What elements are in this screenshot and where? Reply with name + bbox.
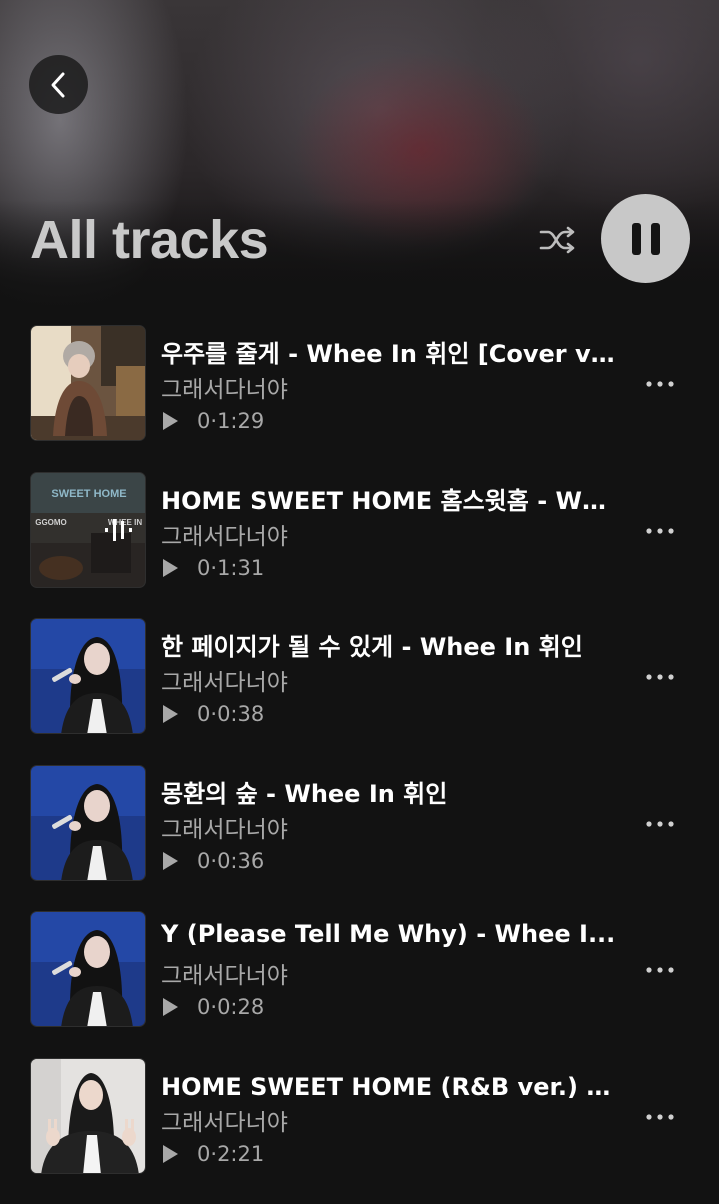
track-thumbnail [30,765,146,881]
track-row[interactable]: 한 페이지가 될 수 있게 - Whee In 휘인 그래서다너야 0 · 0:… [0,618,719,765]
track-title: 한 페이지가 될 수 있게 - Whee In 휘인 [161,627,621,662]
track-duration: 0:38 [217,702,264,726]
more-icon [646,528,674,534]
play-count-icon [161,702,185,726]
separator-dot: · [210,995,217,1019]
track-row[interactable]: SWEET HOME GGOMO WHEE IN HOME SWEET HOME… [0,472,719,619]
chevron-left-icon [46,70,72,100]
track-stats: 0 · 0:36 [161,849,264,873]
more-options-button[interactable] [644,368,676,400]
separator-dot: · [210,556,217,580]
separator-dot: · [210,409,217,433]
play-count-icon [161,1142,185,1166]
play-count-icon [161,849,185,873]
more-options-button[interactable] [644,661,676,693]
play-count: 0 [197,1142,210,1166]
track-stats: 0 · 0:38 [161,702,264,726]
track-artist: 그래서다너야 [161,810,288,844]
track-duration: 1:29 [217,409,264,433]
track-stats: 0 · 2:21 [161,1142,264,1166]
track-title: 우주를 줄게 - Whee In 휘인 [Cover ver.] [161,334,621,369]
page-title: All tracks [30,208,268,272]
track-artist: 그래서다너야 [161,517,288,551]
play-count: 0 [197,995,210,1019]
track-artist: 그래서다너야 [161,956,288,990]
back-button[interactable] [29,55,88,114]
more-options-button[interactable] [644,808,676,840]
track-thumbnail [30,911,146,1027]
track-thumbnail [30,618,146,734]
track-row[interactable]: 우주를 줄게 - Whee In 휘인 [Cover ver.] 그래서다너야 … [0,325,719,472]
more-icon [646,674,674,680]
track-duration: 1:31 [217,556,264,580]
more-options-button[interactable] [644,954,676,986]
play-count-icon [161,556,185,580]
pause-icon [629,221,663,257]
play-count-icon [161,995,185,1019]
track-stats: 0 · 1:31 [161,556,264,580]
track-duration: 0:28 [217,995,264,1019]
track-row[interactable]: 몽환의 숲 - Whee In 휘인 그래서다너야 0 · 0:36 [0,765,719,912]
play-count: 0 [197,409,210,433]
shuffle-icon [539,225,577,255]
track-stats: 0 · 0:28 [161,995,264,1019]
track-thumbnail [30,1058,146,1174]
track-artist: 그래서다너야 [161,663,288,697]
track-duration: 2:21 [217,1142,264,1166]
separator-dot: · [210,849,217,873]
play-count: 0 [197,556,210,580]
track-duration: 0:36 [217,849,264,873]
track-title: HOME SWEET HOME 홈스윗홈 - Wh... [161,481,621,516]
thumbnail-text-left: GGOMO [35,518,67,527]
separator-dot: · [210,702,217,726]
track-artist: 그래서다너야 [161,370,288,404]
more-icon [646,1114,674,1120]
track-row[interactable]: Y (Please Tell Me Why) - Whee I... 그래서다너… [0,911,719,1058]
track-row[interactable]: HOME SWEET HOME (R&B ver.) 홈… 그래서다너야 0 ·… [0,1058,719,1204]
track-thumbnail: SWEET HOME GGOMO WHEE IN [30,472,146,588]
pause-button[interactable] [601,194,690,283]
track-title: Y (Please Tell Me Why) - Whee I... [161,920,621,948]
more-icon [646,381,674,387]
track-artist: 그래서다너야 [161,1103,288,1137]
track-title: 몽환의 숲 - Whee In 휘인 [161,774,621,809]
more-icon [646,821,674,827]
more-options-button[interactable] [644,515,676,547]
play-count: 0 [197,849,210,873]
more-options-button[interactable] [644,1101,676,1133]
track-title: HOME SWEET HOME (R&B ver.) 홈… [161,1067,621,1102]
play-count-icon [161,409,185,433]
track-list: 우주를 줄게 - Whee In 휘인 [Cover ver.] 그래서다너야 … [0,325,719,1204]
track-stats: 0 · 1:29 [161,409,264,433]
now-playing-icon [101,515,137,545]
more-icon [646,967,674,973]
separator-dot: · [210,1142,217,1166]
thumbnail-text-top: SWEET HOME [51,488,126,500]
track-thumbnail [30,325,146,441]
play-count: 0 [197,702,210,726]
shuffle-button[interactable] [536,218,580,262]
